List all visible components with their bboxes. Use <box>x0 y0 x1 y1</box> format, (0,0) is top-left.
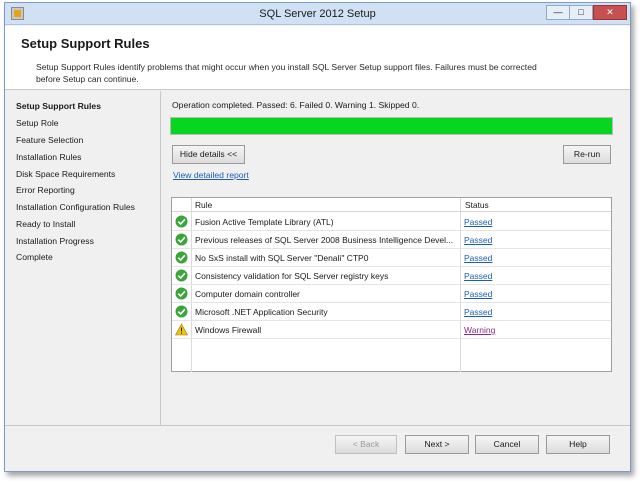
rules-table: Rule Status Fusion Active Template Libra… <box>171 197 612 372</box>
rule-status-link[interactable]: Passed <box>464 271 492 281</box>
table-row[interactable]: Microsoft .NET Application Security Passe… <box>172 303 611 321</box>
title-bar[interactable]: SQL Server 2012 Setup — □ ✕ <box>5 3 630 25</box>
main-content: Operation completed. Passed: 6. Failed 0… <box>162 91 630 425</box>
sidebar-item-disk-space[interactable]: Disk Space Requirements <box>16 169 115 179</box>
cancel-button[interactable]: Cancel <box>475 435 539 454</box>
table-row[interactable]: Consistency validation for SQL Server re… <box>172 267 611 285</box>
back-button[interactable]: < Back <box>335 435 397 454</box>
sidebar-item-complete[interactable]: Complete <box>16 252 53 262</box>
rule-name: Computer domain controller <box>195 289 300 299</box>
rule-name: Consistency validation for SQL Server re… <box>195 271 389 281</box>
table-row[interactable]: Windows Firewall Warning <box>172 321 611 339</box>
sidebar-nav: Setup Support Rules Setup Role Feature S… <box>5 91 161 425</box>
page-description: Setup Support Rules identify problems th… <box>36 62 537 84</box>
check-icon <box>175 251 188 264</box>
sidebar-item-error-reporting[interactable]: Error Reporting <box>16 185 75 195</box>
footer-divider <box>5 425 630 426</box>
sidebar-item-setup-support-rules[interactable]: Setup Support Rules <box>16 101 101 111</box>
progress-fill <box>171 118 612 134</box>
sidebar-item-ready-to-install[interactable]: Ready to Install <box>16 219 75 229</box>
table-row[interactable]: No SxS install with SQL Server "Denali" … <box>172 249 611 267</box>
page-title: Setup Support Rules <box>21 36 150 51</box>
table-row[interactable]: Fusion Active Template Library (ATL) Pass… <box>172 213 611 231</box>
check-icon <box>175 233 188 246</box>
close-button[interactable]: ✕ <box>593 5 627 20</box>
page-header: Setup Support Rules Setup Support Rules … <box>5 26 630 90</box>
rule-status-link[interactable]: Warning <box>464 325 495 335</box>
rule-status-link[interactable]: Passed <box>464 235 492 245</box>
sidebar-item-setup-role[interactable]: Setup Role <box>16 118 59 128</box>
check-icon <box>175 305 188 318</box>
sidebar-item-installation-configuration-rules[interactable]: Installation Configuration Rules <box>16 202 135 212</box>
check-icon <box>175 269 188 282</box>
rule-name: Previous releases of SQL Server 2008 Bus… <box>195 235 454 245</box>
rerun-button[interactable]: Re-run <box>563 145 611 164</box>
sidebar-item-feature-selection[interactable]: Feature Selection <box>16 135 83 145</box>
check-icon <box>175 287 188 300</box>
column-header-rule[interactable]: Rule <box>195 200 212 210</box>
sidebar-item-installation-rules[interactable]: Installation Rules <box>16 152 81 162</box>
table-header: Rule Status <box>172 198 611 372</box>
column-header-status[interactable]: Status <box>465 200 489 210</box>
help-button[interactable]: Help <box>546 435 610 454</box>
view-detailed-report-link[interactable]: View detailed report <box>173 170 249 180</box>
setup-window: SQL Server 2012 Setup — □ ✕ Setup Suppor… <box>4 2 631 472</box>
rule-name: No SxS install with SQL Server "Denali" … <box>195 253 369 263</box>
rule-name: Fusion Active Template Library (ATL) <box>195 217 334 227</box>
table-row[interactable]: Computer domain controller Passed <box>172 285 611 303</box>
warning-icon <box>175 323 188 336</box>
rule-name: Microsoft .NET Application Security <box>195 307 328 317</box>
minimize-button[interactable]: — <box>546 5 570 20</box>
operation-status: Operation completed. Passed: 6. Failed 0… <box>172 100 420 110</box>
window-title: SQL Server 2012 Setup <box>259 8 376 20</box>
rule-name: Windows Firewall <box>195 325 262 335</box>
rule-status-link[interactable]: Passed <box>464 217 492 227</box>
maximize-button[interactable]: □ <box>569 5 593 20</box>
hide-details-button[interactable]: Hide details << <box>172 145 245 164</box>
rule-status-link[interactable]: Passed <box>464 307 492 317</box>
sidebar-item-installation-progress[interactable]: Installation Progress <box>16 236 94 246</box>
next-button[interactable]: Next > <box>405 435 469 454</box>
rule-status-link[interactable]: Passed <box>464 253 492 263</box>
check-icon <box>175 215 188 228</box>
progress-bar <box>170 117 613 135</box>
table-row[interactable]: Previous releases of SQL Server 2008 Bus… <box>172 231 611 249</box>
rule-status-link[interactable]: Passed <box>464 289 492 299</box>
